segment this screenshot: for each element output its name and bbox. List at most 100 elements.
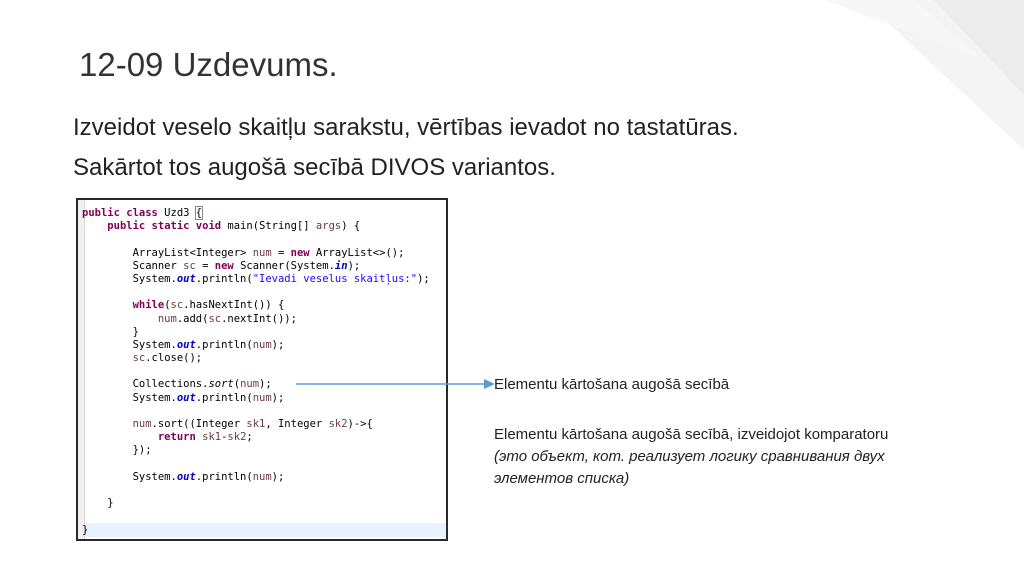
code-token: .println( <box>195 272 253 285</box>
code-line: while(sc.hasNextInt()) { <box>82 299 446 312</box>
code-line: ArrayList<Integer> num = new ArrayList<>… <box>82 247 446 260</box>
code-token: new <box>290 246 310 259</box>
code-token: "Ievadi veselus skaitļus:" <box>252 272 418 285</box>
code-line: num.add(sc.nextInt()); <box>82 313 446 326</box>
code-token: Scanner <box>82 259 184 272</box>
code-token: num <box>132 418 152 430</box>
code-token: } <box>82 523 89 536</box>
arrow-icon <box>296 379 495 389</box>
code-token: new <box>214 259 234 272</box>
code-token: .println( <box>195 391 253 404</box>
code-token: num <box>252 338 272 351</box>
comparator-note-line-1: (это объект, кот. реализует логику сравн… <box>494 448 885 465</box>
code-token: sk2 <box>328 418 348 430</box>
code-token: sc <box>208 312 222 325</box>
code-token: main(String[] <box>221 220 316 233</box>
code-token: System. <box>82 338 177 351</box>
code-token: ); <box>271 470 285 483</box>
code-token: while <box>132 299 165 312</box>
code-token: , Integer <box>265 418 329 430</box>
code-line: return sk1-sk2; <box>82 431 446 444</box>
code-token: = <box>271 246 291 259</box>
code-token: ); <box>271 338 285 351</box>
code-token: Uzd3 <box>157 207 196 219</box>
code-token: { <box>194 206 204 220</box>
code-token: sk2 <box>227 431 247 444</box>
code-token: .sort((Integer <box>151 418 247 430</box>
code-token: sort <box>208 378 234 391</box>
code-token: sc <box>132 352 146 365</box>
code-token: System. <box>82 391 177 404</box>
code-token: return <box>157 431 196 444</box>
code-line: Scanner sc = new Scanner(System.in); <box>82 260 446 273</box>
code-token: ) { <box>341 220 361 233</box>
code-line: public class Uzd3 { <box>82 206 446 220</box>
code-token: ); <box>271 391 285 404</box>
code-token: }); <box>82 444 152 457</box>
code-token: sk1 <box>246 418 266 430</box>
code-token: args <box>315 220 342 233</box>
slide-title: 12-09 Uzdevums. <box>79 46 338 83</box>
code-listing: public class Uzd3 { public static void m… <box>82 206 446 537</box>
code-token: public static void <box>107 220 222 233</box>
code-token: out <box>176 272 196 285</box>
code-token: sk1 <box>202 431 222 444</box>
code-token: num <box>157 312 177 325</box>
code-token: Collections. <box>82 378 209 391</box>
code-token: .println( <box>195 338 253 351</box>
code-token: ); <box>347 259 361 272</box>
code-line: }); <box>82 444 446 457</box>
code-line: } <box>82 497 446 510</box>
code-token: .hasNextInt()) { <box>183 299 285 312</box>
comparator-annotation: Elementu kārtošana augošā secībā, izveid… <box>494 426 889 443</box>
task-paragraph-2: Sakārtot tos augošā secībā DIVOS variant… <box>73 154 556 181</box>
code-line: } <box>82 326 446 339</box>
code-token: num <box>252 470 272 483</box>
task-paragraph-1: Izveidot veselo skaitļu sarakstu, vērtīb… <box>73 114 739 141</box>
code-token: out <box>176 338 196 351</box>
code-token: .println( <box>195 470 253 483</box>
code-token: out <box>176 470 196 483</box>
code-line: num.sort((Integer sk1, Integer sk2)->{ <box>82 418 446 431</box>
code-token: out <box>176 391 196 404</box>
code-token: } <box>82 325 139 338</box>
code-token: in <box>334 259 348 272</box>
code-token: ArrayList<>(); <box>309 246 405 259</box>
code-token: num <box>240 378 260 391</box>
code-token: ); <box>259 378 272 391</box>
code-token: .close(); <box>145 352 203 365</box>
code-screenshot: public class Uzd3 { public static void m… <box>76 198 448 541</box>
code-token: sc <box>183 259 196 272</box>
code-line: System.out.println(num); <box>82 392 446 405</box>
code-line: System.out.println(num); <box>82 471 446 484</box>
code-token: = <box>195 259 215 272</box>
code-token: num <box>252 391 272 404</box>
code-token: System. <box>82 470 177 483</box>
code-token: Scanner(System. <box>233 259 335 272</box>
code-token: sc <box>170 299 184 312</box>
code-line: System.out.println("Ievadi veselus skait… <box>82 273 446 286</box>
code-line: System.out.println(num); <box>82 339 446 352</box>
code-token: System. <box>82 272 177 285</box>
comparator-note-line-2: элементов списка) <box>494 470 630 487</box>
code-token: .nextInt()); <box>221 312 297 325</box>
code-token: public class <box>82 207 158 219</box>
code-token: ; <box>246 431 253 444</box>
code-token: .add( <box>176 312 209 325</box>
decorative-corner-shapes <box>824 0 1024 150</box>
code-token: num <box>252 246 272 259</box>
code-line: sc.close(); <box>82 352 446 365</box>
code-token: ArrayList<Integer> <box>82 246 253 259</box>
code-line: public static void main(String[] args) { <box>82 220 446 233</box>
